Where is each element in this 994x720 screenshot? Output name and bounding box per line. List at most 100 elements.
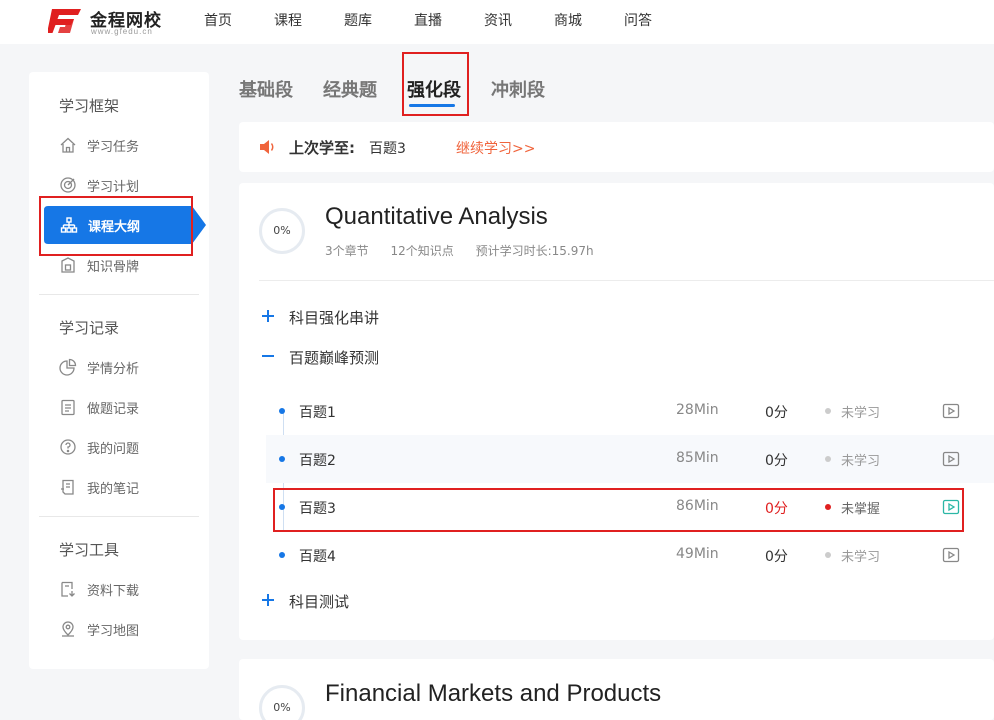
sidebar-item-learning-analysis[interactable]: 学情分析 bbox=[59, 355, 209, 379]
site-logo[interactable]: 金程网校 www.gfedu.cn bbox=[48, 4, 178, 40]
course-title[interactable]: Quantitative Analysis bbox=[325, 203, 548, 231]
play-video-icon[interactable] bbox=[942, 546, 960, 564]
nav-news[interactable]: 资讯 bbox=[484, 10, 512, 30]
lesson-score: 0分 bbox=[765, 549, 788, 565]
knowledge-point-count: 12个知识点 bbox=[390, 244, 454, 258]
chapter-subject-test[interactable]: 科目测试 bbox=[259, 589, 559, 613]
plus-icon bbox=[262, 594, 274, 606]
lesson-duration: 28Min bbox=[676, 402, 719, 418]
tab-foundation[interactable]: 基础段 bbox=[239, 76, 293, 102]
sidebar-item-label: 学习计划 bbox=[87, 180, 140, 195]
sidebar-divider bbox=[39, 516, 199, 517]
home-icon bbox=[60, 137, 76, 153]
lesson-row[interactable]: 百题1 28Min 0分 未学习 bbox=[266, 387, 994, 435]
sidebar-item-label: 知识骨牌 bbox=[87, 260, 140, 275]
highlight-box bbox=[39, 196, 193, 256]
map-pin-icon bbox=[62, 621, 74, 637]
note-icon bbox=[61, 479, 74, 495]
course-title[interactable]: Financial Markets and Products bbox=[325, 680, 661, 708]
question-icon bbox=[60, 439, 76, 455]
card-divider bbox=[259, 280, 994, 281]
highlight-box bbox=[402, 52, 469, 116]
sidebar-group-title: 学习记录 bbox=[59, 319, 120, 337]
lesson-score: 0分 bbox=[765, 405, 788, 421]
progress-value: 0% bbox=[273, 224, 291, 237]
sidebar-item-study-map[interactable]: 学习地图 bbox=[59, 617, 209, 641]
lesson-bullet bbox=[279, 456, 285, 462]
chapter-label: 百题巅峰预测 bbox=[289, 349, 380, 367]
course-card: 0% Quantitative Analysis 3个章节 12个知识点 预计学… bbox=[239, 183, 994, 640]
chapter-count: 3个章节 bbox=[325, 244, 369, 258]
sidebar-item-label: 资料下载 bbox=[87, 584, 140, 599]
chapter-label: 科目测试 bbox=[289, 593, 350, 611]
last-study-bar: 上次学至: 百题3 继续学习>> bbox=[239, 122, 994, 172]
tab-classic-questions[interactable]: 经典题 bbox=[323, 76, 377, 102]
lesson-row[interactable]: 百题2 85Min 0分 未学习 bbox=[266, 435, 994, 483]
lesson-duration: 49Min bbox=[676, 546, 719, 562]
lesson-name: 百题1 bbox=[299, 405, 336, 421]
sidebar-item-exercise-records[interactable]: 做题记录 bbox=[59, 395, 209, 419]
play-video-icon[interactable] bbox=[942, 402, 960, 420]
download-icon bbox=[61, 581, 75, 597]
sidebar-item-study-plan[interactable]: 学习计划 bbox=[59, 173, 209, 197]
sidebar-item-knowledge-domino[interactable]: 知识骨牌 bbox=[59, 253, 209, 277]
clipboard-icon bbox=[61, 399, 75, 416]
course-card: 0% Financial Markets and Products bbox=[239, 659, 994, 720]
sidebar-group-title: 学习框架 bbox=[59, 97, 120, 115]
tab-sprint[interactable]: 冲刺段 bbox=[491, 76, 545, 102]
sidebar-item-my-questions[interactable]: 我的问题 bbox=[59, 435, 209, 459]
nav-qa[interactable]: 问答 bbox=[624, 10, 652, 30]
domino-icon bbox=[61, 257, 75, 273]
sidebar-item-label: 学习任务 bbox=[87, 140, 140, 155]
play-video-icon[interactable] bbox=[942, 450, 960, 468]
lesson-status: 未学习 bbox=[841, 406, 881, 421]
sidebar-divider bbox=[39, 294, 199, 295]
lesson-status: 未学习 bbox=[841, 454, 881, 469]
estimated-duration: 预计学习时长:15.97h bbox=[475, 244, 594, 258]
sidebar-item-label: 学习地图 bbox=[87, 624, 140, 639]
sidebar: 学习框架 学习任务 学习计划 知识骨牌 学习记录 学情分析 做题记录 我的问题 … bbox=[29, 72, 209, 669]
sidebar-item-label: 我的笔记 bbox=[87, 482, 140, 497]
course-meta: 3个章节 12个知识点 预计学习时长:15.97h bbox=[325, 242, 612, 259]
highlight-box bbox=[273, 488, 964, 532]
target-icon bbox=[60, 177, 76, 193]
nav-courses[interactable]: 课程 bbox=[274, 10, 302, 30]
sidebar-item-study-tasks[interactable]: 学习任务 bbox=[59, 133, 209, 157]
lesson-duration: 85Min bbox=[676, 450, 719, 466]
nav-home[interactable]: 首页 bbox=[204, 10, 232, 30]
lesson-row[interactable]: 百题4 49Min 0分 未学习 bbox=[266, 531, 994, 579]
lesson-bullet bbox=[279, 408, 285, 414]
minus-icon bbox=[262, 355, 274, 357]
sidebar-item-downloads[interactable]: 资料下载 bbox=[59, 577, 209, 601]
sidebar-item-label: 我的问题 bbox=[87, 442, 140, 457]
plus-icon bbox=[262, 310, 274, 322]
logo-url: www.gfedu.cn bbox=[91, 27, 153, 36]
chapter-reinforcement-lectures[interactable]: 科目强化串讲 bbox=[259, 305, 559, 329]
speaker-icon bbox=[260, 140, 274, 154]
logo-mark-icon bbox=[48, 9, 81, 33]
chapter-hundred-questions[interactable]: 百题巅峰预测 bbox=[259, 345, 559, 369]
sidebar-item-label: 做题记录 bbox=[87, 402, 140, 417]
status-dot bbox=[825, 408, 831, 414]
nav-live[interactable]: 直播 bbox=[414, 10, 442, 30]
continue-study-link[interactable]: 继续学习>> bbox=[456, 138, 535, 158]
lesson-name: 百题4 bbox=[299, 549, 336, 565]
sidebar-item-my-notes[interactable]: 我的笔记 bbox=[59, 475, 209, 499]
progress-ring: 0% bbox=[259, 685, 305, 720]
sidebar-group-title: 学习工具 bbox=[59, 541, 120, 559]
pie-chart-icon bbox=[59, 358, 77, 376]
lesson-status: 未学习 bbox=[841, 550, 881, 565]
top-nav: 金程网校 www.gfedu.cn 首页 课程 题库 直播 资讯 商城 问答 bbox=[0, 0, 994, 44]
last-study-label: 上次学至: bbox=[289, 139, 355, 157]
lesson-score: 0分 bbox=[765, 453, 788, 469]
lesson-bullet bbox=[279, 552, 285, 558]
status-dot bbox=[825, 552, 831, 558]
last-study-value: 百题3 bbox=[369, 141, 406, 157]
chapter-label: 科目强化串讲 bbox=[289, 309, 380, 327]
progress-value: 0% bbox=[273, 701, 291, 714]
progress-ring: 0% bbox=[259, 208, 305, 254]
lesson-name: 百题2 bbox=[299, 453, 336, 469]
nav-store[interactable]: 商城 bbox=[554, 10, 582, 30]
nav-question-bank[interactable]: 题库 bbox=[344, 10, 372, 30]
sidebar-item-label: 学情分析 bbox=[87, 362, 140, 377]
